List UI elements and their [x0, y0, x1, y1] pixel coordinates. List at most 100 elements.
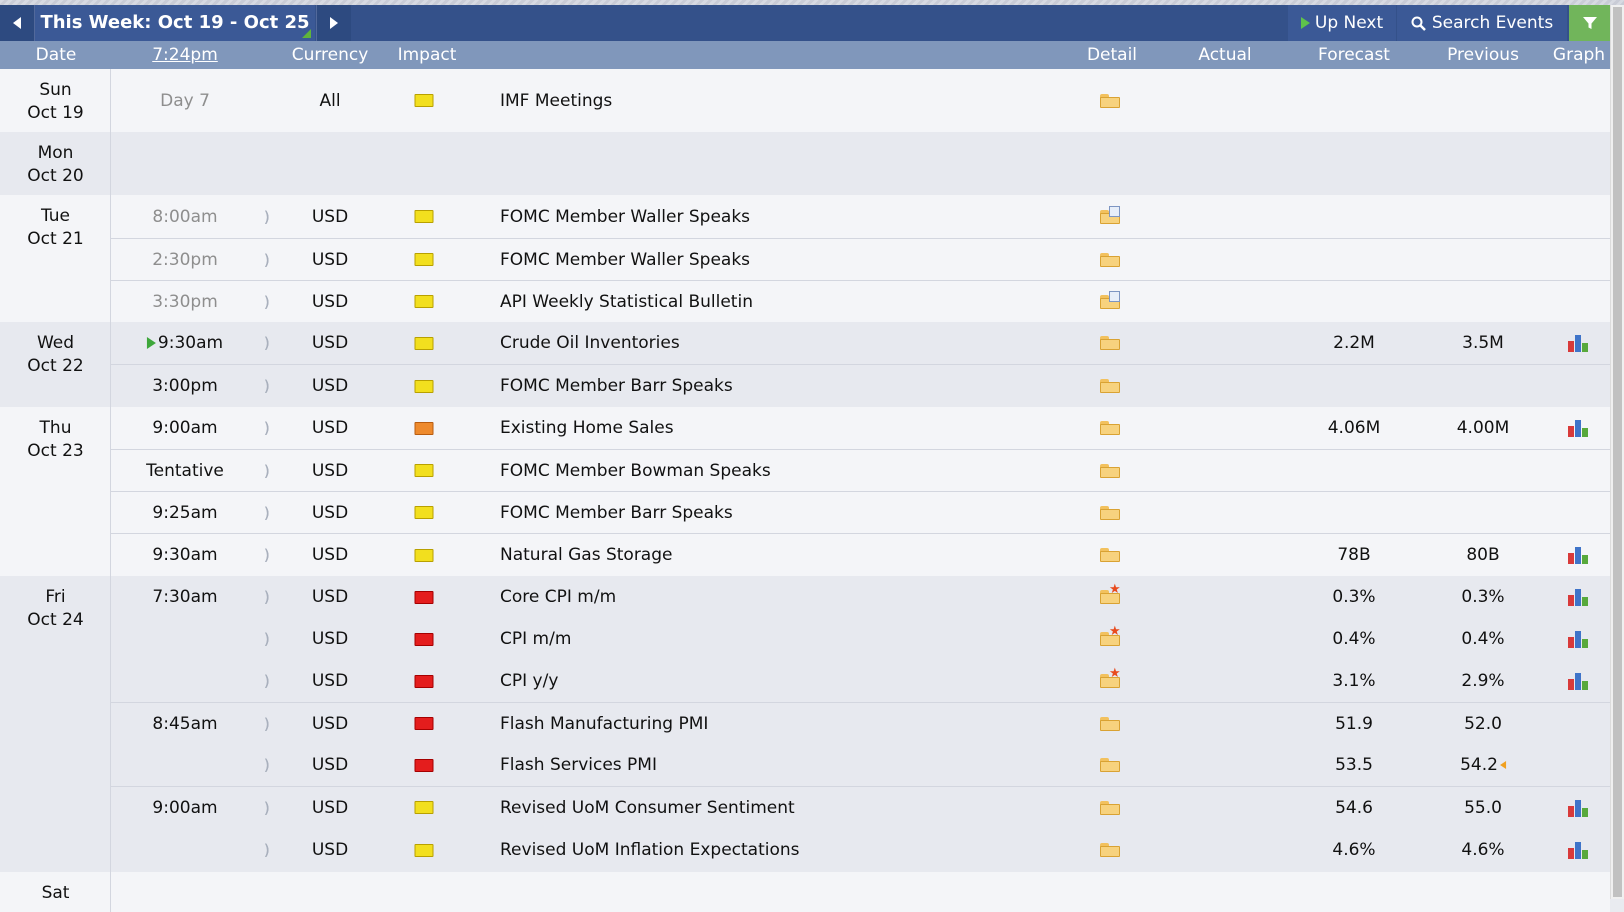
folder-icon[interactable] [1100, 800, 1120, 815]
event-row[interactable]: Day 7 All IMF Meetings [111, 69, 1610, 132]
detail-cell [1100, 787, 1120, 828]
event-forecast: 2.2M [1333, 333, 1375, 353]
folder-star-icon[interactable]: ★ [1100, 583, 1121, 604]
folder-icon[interactable] [1100, 505, 1120, 520]
event-title[interactable]: Existing Home Sales [500, 407, 674, 449]
folder-icon[interactable] [1100, 463, 1120, 478]
event-title[interactable]: Natural Gas Storage [500, 534, 672, 576]
impact-folder-icon[interactable] [414, 421, 434, 435]
bar-chart-icon[interactable] [1568, 334, 1590, 352]
impact-folder-icon[interactable] [414, 843, 434, 857]
bar-chart-icon[interactable] [1568, 546, 1590, 564]
event-previous-text: 4.6% [1461, 840, 1505, 860]
impact-folder-icon[interactable] [414, 758, 434, 772]
folder-icon[interactable] [1100, 421, 1120, 435]
impact-folder-icon[interactable] [414, 801, 434, 814]
next-week-button[interactable] [316, 5, 351, 41]
event-row[interactable]: )))USDCPI y/y★3.1%2.9% [111, 660, 1610, 702]
bar-chart-icon[interactable] [1568, 799, 1590, 817]
folder-icon[interactable] [1100, 252, 1120, 267]
bar-chart-icon[interactable] [1568, 630, 1590, 648]
event-title[interactable]: FOMC Member Bowman Speaks [500, 450, 771, 491]
event-row[interactable]: 3:00pm)))USDFOMC Member Barr Speaks [111, 364, 1610, 407]
event-row[interactable]: )))USDCPI m/m★0.4%0.4% [111, 618, 1610, 660]
event-row[interactable]: )))USDRevised UoM Inflation Expectations… [111, 828, 1610, 872]
event-title[interactable]: CPI y/y [500, 660, 558, 702]
event-title[interactable]: Crude Oil Inventories [500, 322, 680, 364]
impact-folder-icon[interactable] [414, 336, 434, 350]
event-row[interactable]: 9:30am)))USDNatural Gas Storage78B80B [111, 533, 1610, 576]
event-title[interactable]: Core CPI m/m [500, 576, 616, 618]
event-time-text: 2:30pm [152, 249, 218, 270]
search-events-button[interactable]: Search Events [1397, 5, 1567, 41]
event-row[interactable]: Tentative)))USDFOMC Member Bowman Speaks [111, 449, 1610, 491]
event-row[interactable]: 8:45am)))USDFlash Manufacturing PMI51.95… [111, 702, 1610, 744]
event-title[interactable]: IMF Meetings [500, 69, 612, 132]
event-title[interactable]: Revised UoM Inflation Expectations [500, 828, 800, 872]
folder-icon[interactable] [1100, 716, 1120, 731]
event-title[interactable]: FOMC Member Waller Speaks [500, 195, 750, 238]
impact-folder-icon[interactable] [414, 464, 434, 477]
event-row[interactable]: )))USDFlash Services PMI53.554.2 [111, 744, 1610, 786]
impact-folder-icon[interactable] [414, 379, 434, 393]
event-row[interactable]: 2:30pm)))USDFOMC Member Waller Speaks [111, 238, 1610, 280]
bar-chart-icon[interactable] [1568, 588, 1590, 606]
event-row[interactable]: 3:30pm)))USDAPI Weekly Statistical Bulle… [111, 280, 1610, 322]
bar-chart-icon[interactable] [1568, 672, 1590, 690]
event-row[interactable]: 9:30am)))USDCrude Oil Inventories2.2M3.5… [111, 322, 1610, 364]
impact-folder-icon[interactable] [414, 94, 434, 107]
event-row[interactable]: 9:25am)))USDFOMC Member Barr Speaks [111, 491, 1610, 533]
impact-folder-icon[interactable] [414, 717, 434, 730]
event-row[interactable]: 8:00am)))USDFOMC Member Waller Speaks [111, 195, 1610, 238]
up-next-button[interactable]: Up Next [1288, 5, 1396, 41]
folder-document-icon[interactable] [1100, 205, 1120, 224]
event-row[interactable]: 9:00am)))USDRevised UoM Consumer Sentime… [111, 786, 1610, 828]
event-title[interactable]: CPI m/m [500, 618, 571, 660]
folder-star-icon[interactable]: ★ [1100, 625, 1121, 646]
folder-icon[interactable] [1100, 93, 1120, 108]
day-date: Oct 24 [27, 610, 84, 630]
event-time: 9:30am [146, 322, 223, 364]
impact-folder-icon[interactable] [414, 590, 434, 604]
arrow-left-icon [13, 17, 21, 29]
event-currency: USD [311, 249, 349, 270]
folder-icon[interactable] [1100, 548, 1120, 562]
folder-icon[interactable] [1100, 758, 1120, 772]
impact-folder-icon[interactable] [414, 674, 434, 688]
event-title[interactable]: API Weekly Statistical Bulletin [500, 281, 753, 322]
folder-star-icon[interactable]: ★ [1100, 667, 1121, 688]
folder-icon[interactable] [1100, 843, 1120, 857]
day-group [0, 872, 1610, 912]
event-title[interactable]: Flash Manufacturing PMI [500, 703, 708, 744]
folder-icon[interactable] [1100, 379, 1120, 393]
day-group [0, 132, 1610, 195]
event-forecast: 4.6% [1332, 840, 1376, 860]
impact-folder-icon[interactable] [414, 632, 434, 646]
previous-week-button[interactable] [0, 5, 35, 41]
bar-chart-icon[interactable] [1568, 841, 1590, 859]
event-title[interactable]: FOMC Member Waller Speaks [500, 239, 750, 280]
calendar-table: Sun Oct 19 Mon Oct 20 Tue Oct 21 Wed Oct 22 Thu O… [0, 69, 1610, 912]
week-title[interactable]: This Week: Oct 19 - Oct 25 [35, 5, 315, 41]
event-row[interactable]: 7:30am)))USDCore CPI m/m★0.3%0.3% [111, 576, 1610, 618]
impact-folder-icon[interactable] [414, 506, 434, 519]
event-title[interactable]: Flash Services PMI [500, 744, 657, 786]
scrollbar-thumb[interactable] [1613, 7, 1622, 897]
impact-folder-icon[interactable] [414, 210, 434, 223]
filter-button[interactable] [1569, 5, 1610, 41]
bar-chart-icon[interactable] [1568, 419, 1590, 437]
day-of-week: Wed [36, 333, 75, 353]
event-row[interactable]: 9:00am)))USDExisting Home Sales4.06M4.00… [111, 407, 1610, 449]
folder-icon[interactable] [1100, 336, 1120, 350]
current-time-link[interactable]: 7:24pm [152, 41, 218, 69]
impact-folder-icon[interactable] [414, 548, 434, 562]
event-title[interactable]: Revised UoM Consumer Sentiment [500, 787, 795, 828]
folder-document-icon[interactable] [1100, 290, 1120, 309]
event-title[interactable]: FOMC Member Barr Speaks [500, 492, 733, 533]
impact-folder-icon[interactable] [414, 253, 434, 266]
vertical-scrollbar[interactable] [1610, 5, 1624, 899]
event-previous: 4.00M [1457, 407, 1510, 449]
event-time-text: 9:30am [152, 545, 218, 565]
event-title[interactable]: FOMC Member Barr Speaks [500, 365, 733, 407]
impact-folder-icon[interactable] [414, 295, 434, 308]
